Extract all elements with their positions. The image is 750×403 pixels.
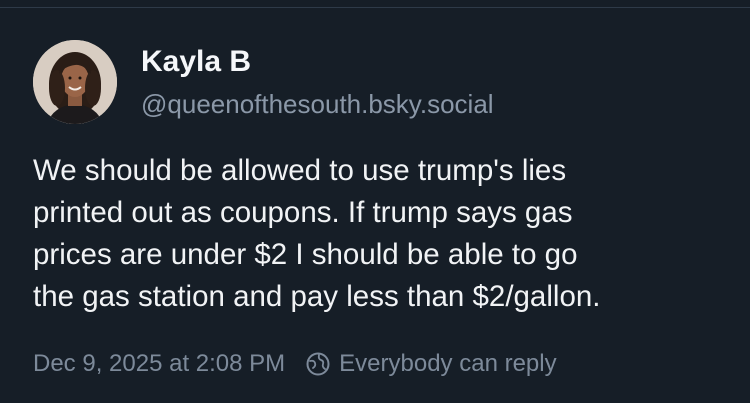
post-timestamp: Dec 9, 2025 at 2:08 PM: [33, 350, 286, 377]
avatar-image: [33, 40, 117, 124]
post-text-line: the gas station and pay less than $2/gal…: [33, 280, 601, 313]
post-meta: Dec 9, 2025 at 2:08 PM Everybody can rep…: [33, 347, 557, 381]
reply-setting-label: Everybody can reply: [339, 350, 557, 377]
avatar[interactable]: [33, 40, 117, 124]
divider: [0, 0, 750, 8]
author-display-name[interactable]: Kayla B: [141, 44, 251, 80]
globe-icon: [306, 352, 330, 376]
reply-setting-button[interactable]: Everybody can reply: [305, 350, 557, 378]
post-text: We should be allowed to use trump's lies…: [33, 150, 733, 318]
post-card: Kayla B @queenofthesouth.bsky.social We …: [0, 0, 750, 403]
post-text-line: We should be allowed to use trump's lies: [33, 154, 567, 187]
post-text-line: prices are under $2 I should be able to …: [33, 238, 578, 271]
post-text-line: printed out as coupons. If trump says ga…: [33, 196, 573, 229]
author-handle[interactable]: @queenofthesouth.bsky.social: [141, 88, 494, 120]
